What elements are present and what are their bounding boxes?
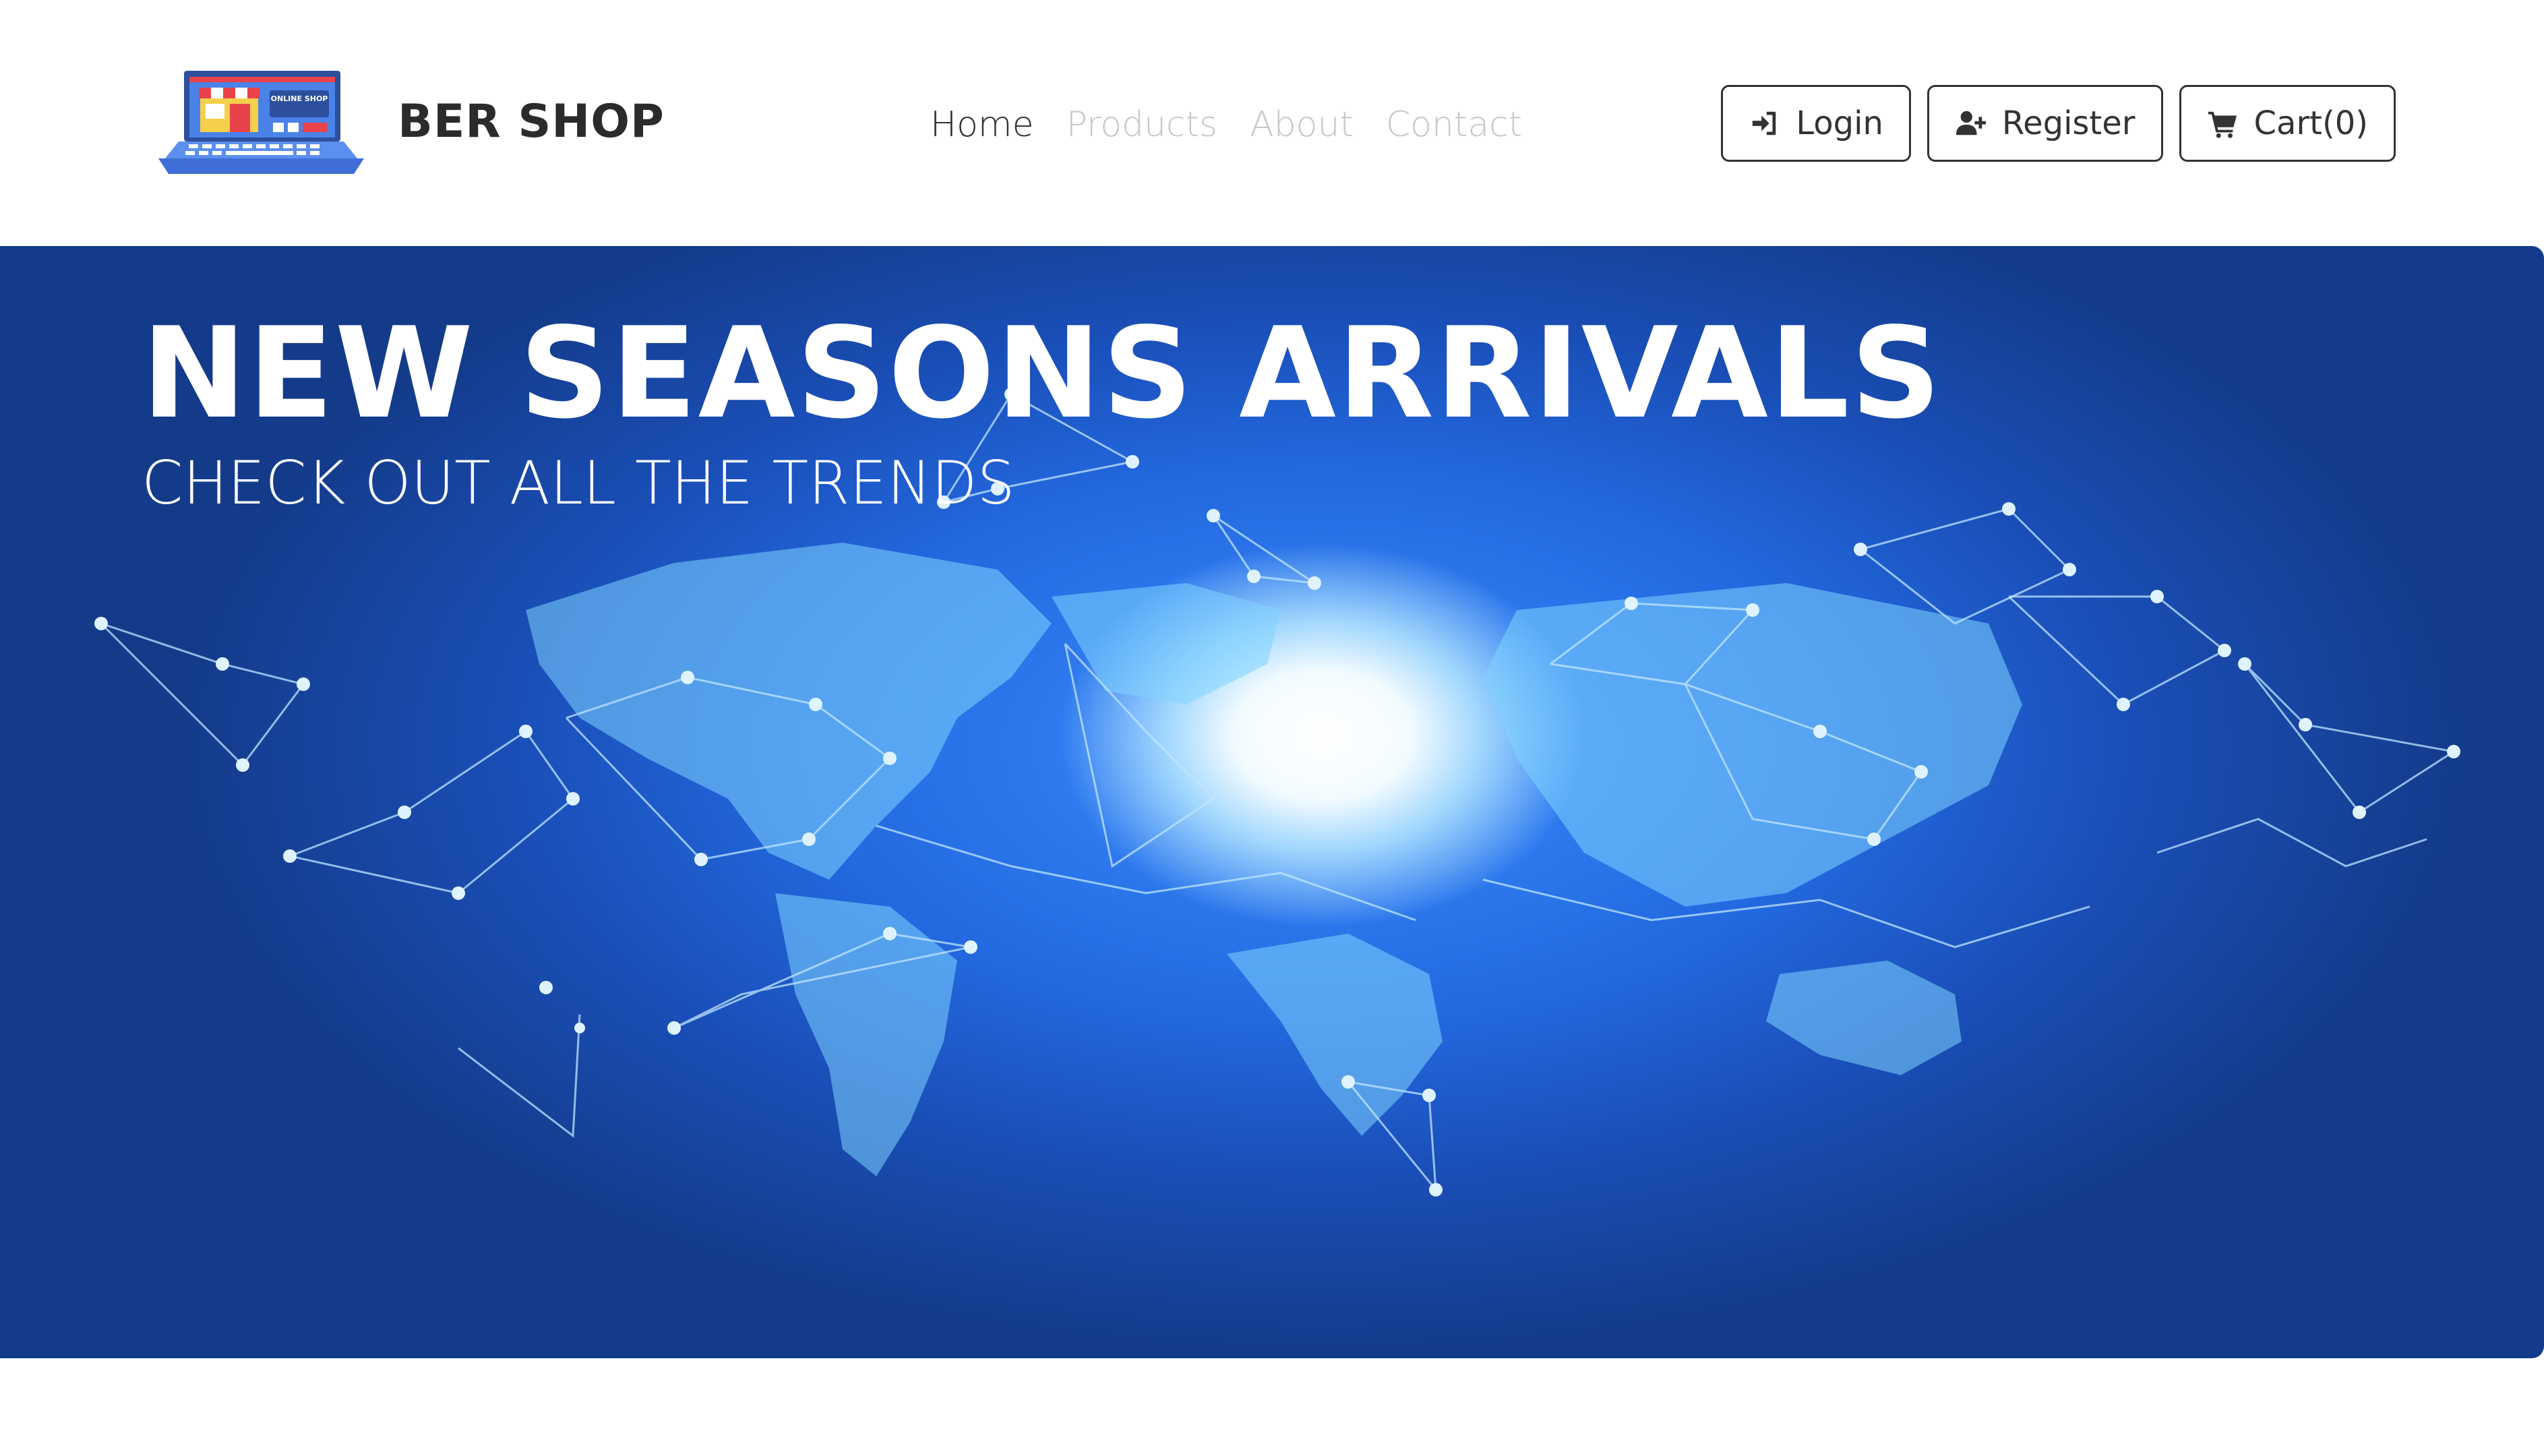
register-button[interactable]: Register xyxy=(1927,85,2163,162)
sign-in-icon xyxy=(1749,108,1780,139)
logo-online-text: ONLINE SHOP xyxy=(271,94,328,103)
online-shop-laptop-icon: ONLINE SHOP xyxy=(158,71,364,174)
register-label: Register xyxy=(2001,104,2136,142)
login-label: Login xyxy=(1796,104,1883,142)
nav-products[interactable]: Products xyxy=(1066,104,1218,145)
hero-subtitle: CHECK OUT ALL THE TRENDS xyxy=(142,448,1015,518)
brand-link[interactable]: ONLINE SHOP BER SHOP xyxy=(152,67,665,175)
nav-contact[interactable]: Contact xyxy=(1386,104,1522,145)
nav-about[interactable]: About xyxy=(1250,104,1354,145)
cart-label: Cart(0) xyxy=(2253,104,2368,142)
shopping-cart-icon xyxy=(2207,108,2238,139)
nav-home[interactable]: Home xyxy=(930,104,1034,145)
navbar: ONLINE SHOP BER SHOP Home Products About… xyxy=(0,0,2544,246)
main-nav: Home Products About Contact xyxy=(930,94,1554,155)
login-button[interactable]: Login xyxy=(1721,85,1911,162)
user-plus-icon xyxy=(1955,108,1986,139)
hero-title: NEW SEASONS ARRIVALS xyxy=(142,300,1943,446)
hero-banner: NEW SEASONS ARRIVALS CHECK OUT ALL THE T… xyxy=(0,246,2544,1358)
cart-button[interactable]: Cart(0) xyxy=(2179,85,2396,162)
brand-name: BER SHOP xyxy=(398,94,665,148)
auth-cart-buttons: Login Register Cart(0) xyxy=(1705,85,2396,162)
